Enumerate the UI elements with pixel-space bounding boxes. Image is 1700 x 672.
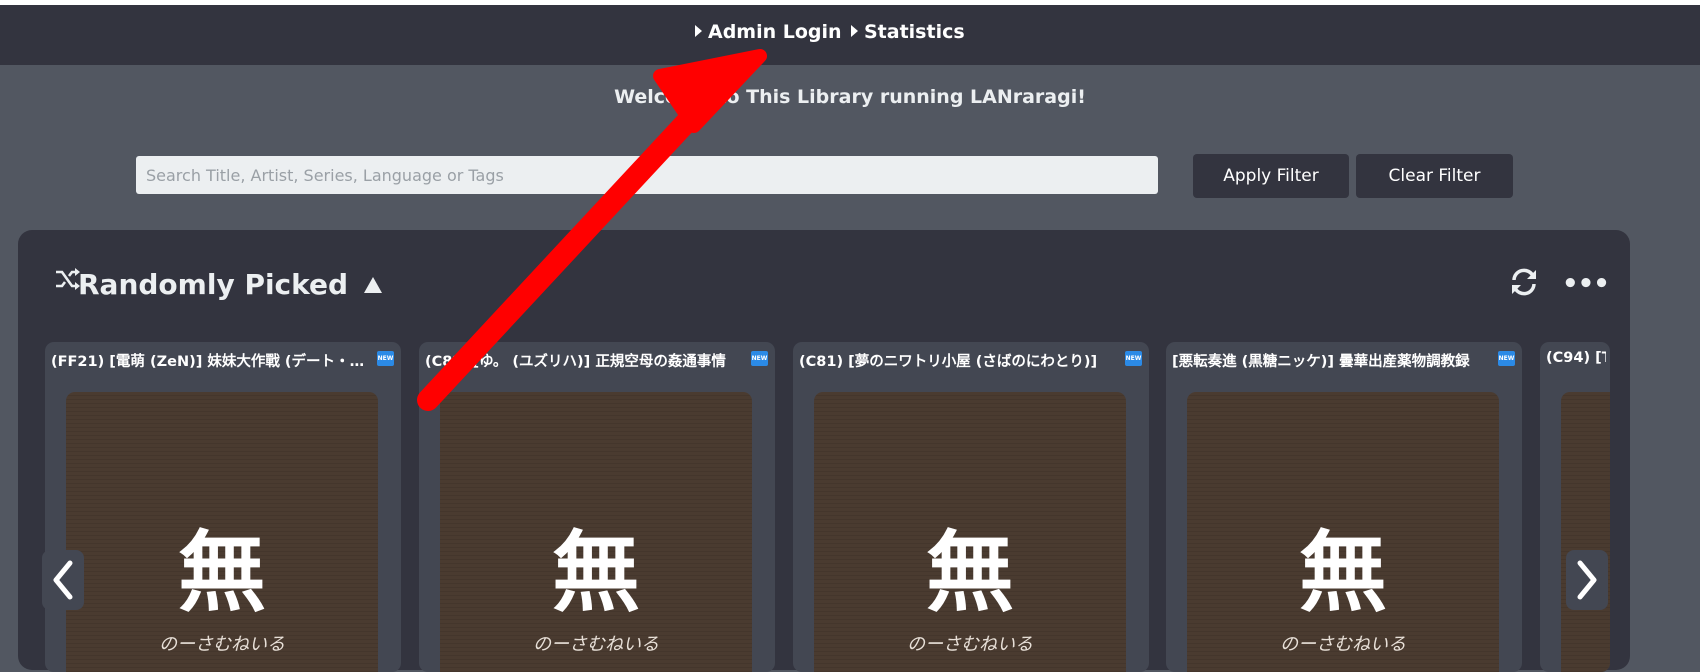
new-badge: NEW <box>377 351 394 366</box>
statistics-label: Statistics <box>864 21 965 43</box>
more-icon[interactable]: ••• <box>1562 271 1610 297</box>
thumbnail-caption: のーさむねいる <box>533 634 659 655</box>
archive-card[interactable]: (C8?) [ゆ。 (ユズリハ)] 正規空母の姦通事情 NEW 無 のーさむねい… <box>419 342 775 672</box>
top-nav-bar: Admin Login Statistics <box>0 5 1700 65</box>
admin-login-link[interactable]: Admin Login <box>695 21 842 43</box>
sort-up-icon[interactable] <box>364 277 382 293</box>
new-badge: NEW <box>1125 351 1142 366</box>
carousel-prev-button[interactable] <box>42 550 84 610</box>
archive-thumbnail[interactable]: 無 のーさむねいる <box>814 392 1126 672</box>
caret-right-icon <box>851 25 858 37</box>
archive-card[interactable]: [悪転奏進 (黒糖ニッケ)] 曇華出産薬物調教録 NEW 無 のーさむねいる <box>1166 342 1522 672</box>
archive-title: (FF21) [電萌 (ZeN)] 妹妹大作戰 (デート・ア・ライブ) <box>51 354 369 370</box>
welcome-message: Welcome to This Library running LANrarag… <box>614 86 1086 108</box>
archive-card[interactable]: (C81) [夢のニワトリ小屋 (さばのにわとり)] NEW 無 のーさむねいる <box>793 342 1149 672</box>
carousel-next-button[interactable] <box>1566 550 1608 610</box>
carousel-title: Randomly Picked <box>78 268 349 301</box>
chevron-left-icon <box>53 560 73 600</box>
admin-login-label: Admin Login <box>708 21 842 43</box>
archive-thumbnail[interactable] <box>1561 392 1610 672</box>
thumbnail-caption: のーさむねいる <box>907 634 1033 655</box>
archive-title: (C94) [Th <box>1546 350 1606 366</box>
archive-thumbnail[interactable]: 無 のーさむねいる <box>440 392 752 672</box>
thumbnail-caption: のーさむねいる <box>159 634 285 655</box>
thumbnail-caption: のーさむねいる <box>1280 634 1406 655</box>
thumbnail-kanji: 無 <box>925 520 1014 624</box>
archive-title: (C81) [夢のニワトリ小屋 (さばのにわとり)] <box>799 354 1098 370</box>
archive-thumbnail[interactable]: 無 のーさむねいる <box>66 392 378 672</box>
archive-card[interactable]: (FF21) [電萌 (ZeN)] 妹妹大作戰 (デート・ア・ライブ) NEW … <box>45 342 401 672</box>
thumbnail-kanji: 無 <box>1298 520 1387 624</box>
archive-title: [悪転奏進 (黒糖ニッケ)] 曇華出産薬物調教録 <box>1172 354 1470 370</box>
new-badge: NEW <box>1498 351 1515 366</box>
statistics-link[interactable]: Statistics <box>851 21 965 43</box>
new-badge: NEW <box>751 351 768 366</box>
chevron-right-icon <box>1577 560 1597 600</box>
archive-title: (C8?) [ゆ。 (ユズリハ)] 正規空母の姦通事情 <box>425 354 726 370</box>
archive-card[interactable]: (C94) [Th <box>1540 342 1610 672</box>
refresh-icon[interactable] <box>1508 266 1540 302</box>
caret-right-icon <box>695 25 702 37</box>
archive-thumbnail[interactable]: 無 のーさむねいる <box>1187 392 1499 672</box>
thumbnail-kanji: 無 <box>551 520 640 624</box>
clear-filter-button[interactable]: Clear Filter <box>1356 154 1513 198</box>
apply-filter-button[interactable]: Apply Filter <box>1193 154 1349 198</box>
thumbnail-kanji: 無 <box>177 520 266 624</box>
search-input[interactable] <box>136 156 1158 194</box>
